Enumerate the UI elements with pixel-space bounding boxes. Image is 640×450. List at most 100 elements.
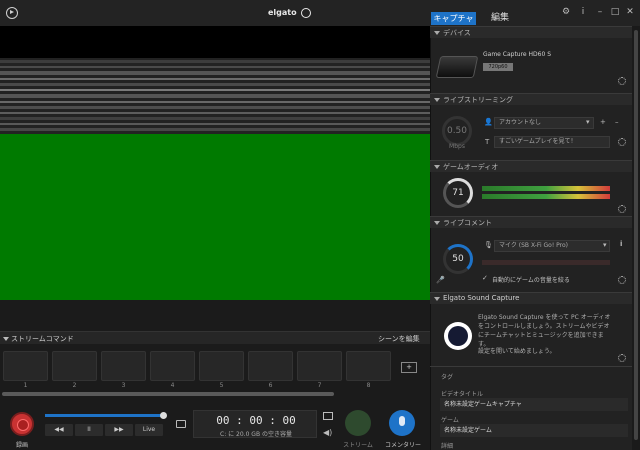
collapse-triangle-icon[interactable] [3,337,9,341]
live-commentary-section-title: ライブコメント [443,219,492,227]
info-icon[interactable]: i [577,6,589,18]
slot-number: 8 [366,382,371,389]
timeline-slider[interactable] [45,414,163,417]
collapse-triangle-icon [434,98,440,102]
fast-forward-button[interactable]: ▶▶ [105,424,133,436]
stream-label: ストリーム [343,442,373,449]
scene-slot-3[interactable] [101,351,146,381]
elgato-logo-icon [301,8,311,18]
panel-scrollbar-thumb[interactable] [634,30,638,440]
stream-button[interactable] [345,410,371,436]
stream-command-header: ストリームコマンド シーンを編集 [0,331,430,344]
commentary-settings-gear-icon[interactable] [618,276,626,284]
edit-scenes-link[interactable]: シーンを編集 [378,334,420,344]
scene-slot-1[interactable] [3,351,48,381]
live-streaming-section-title: ライブストリーミング [443,96,513,104]
account-select[interactable]: アカウントなし [494,117,594,129]
game-audio-section-title: ゲームオーディオ [443,163,499,171]
live-button[interactable]: Live [135,424,163,436]
auto-duck-label[interactable]: 自動的にゲームの音量を絞る [492,275,570,284]
video-preview[interactable] [0,26,430,300]
chevron-down-icon: ▾ [586,118,590,126]
game-audio-section-header[interactable]: ゲームオーディオ [430,160,632,172]
game-input[interactable]: 名称未設定ゲーム [440,424,628,437]
commentary-mic-button[interactable] [389,410,415,436]
scene-slot-7[interactable] [297,351,342,381]
sound-capture-waveform-icon [444,322,472,350]
add-account-icon[interactable]: + [600,118,606,126]
capture-device-image [435,56,479,78]
brand-name: elgato [268,8,297,17]
game-audio-meter-left [482,186,610,191]
record-label: 録画 [15,442,28,449]
remove-account-icon[interactable]: – [615,118,619,126]
scene-slot-2[interactable] [52,351,97,381]
game-audio-level: 71 [452,188,464,198]
game-audio-meter-right [482,194,610,199]
play-logo-icon[interactable] [6,7,18,19]
pause-button[interactable]: II [75,424,103,436]
scene-slot-5[interactable] [199,351,244,381]
close-icon[interactable]: ✕ [624,6,636,18]
tab-capture[interactable]: キャプチャ [431,12,476,25]
scene-slot-4[interactable] [150,351,195,381]
title-text-icon: T [485,138,490,146]
bitrate-value: 0.50 [446,126,468,136]
title-bar [0,0,640,26]
device-resolution-badge[interactable]: 720p60 [483,63,513,71]
snapshot-icon[interactable] [176,420,186,428]
details-label: 詳細 [441,443,454,450]
device-section-title: デバイス [443,29,471,37]
settings-gear-icon[interactable]: ⚙ [560,6,572,18]
stream-title-input[interactable]: すごいゲームプレイを見て！ [494,136,610,148]
rewind-button[interactable]: ◀◀ [45,424,73,436]
add-scene-button[interactable]: + [401,362,417,373]
mic-level-value: 50 [452,254,464,264]
mic-select[interactable]: マイク (SB X-Fi Go! Pro) [494,240,610,252]
slot-number: 5 [219,382,224,389]
live-streaming-section-header[interactable]: ライブストリーミング [430,93,632,105]
user-icon: 👤 [484,118,493,126]
collapse-triangle-icon [434,165,440,169]
live-commentary-section-header[interactable]: ライブコメント [430,216,632,228]
microphone-icon: 🎙 [484,241,493,249]
stream-command-scrollbar[interactable] [2,392,334,396]
mic-info-icon[interactable]: i [620,240,622,248]
checkbox-checked-icon[interactable]: ✓ [482,274,488,282]
scene-slot-6[interactable] [248,351,293,381]
tab-edit[interactable]: 編集 [480,12,520,25]
video-green-area [0,134,430,300]
slot-number: 2 [72,382,77,389]
maximize-icon[interactable]: □ [609,6,621,18]
timeline-handle[interactable] [160,412,167,419]
capture-panel [430,26,632,450]
stream-command-title: ストリームコマンド [11,335,74,343]
sound-capture-section-header[interactable]: Elgato Sound Capture [430,292,632,304]
collapse-triangle-icon [434,297,440,301]
device-name: Game Capture HD60 S [483,51,552,58]
device-section-header[interactable]: デバイス [430,26,632,38]
microphone-small-icon: 🎤 [436,276,445,284]
monitor-icon[interactable] [323,412,333,420]
device-settings-gear-icon[interactable] [618,77,626,85]
game-audio-settings-gear-icon[interactable] [618,205,626,213]
slot-number: 6 [268,382,273,389]
slot-number: 4 [170,382,175,389]
streaming-settings-gear-icon[interactable] [618,138,626,146]
sound-capture-description: Elgato Sound Capture を使って PC オーディオをコントロー… [478,314,611,348]
timer-box: 00 : 00 : 00 C: に 20.0 GB の空き容量 [193,410,317,438]
sound-capture-settings-gear-icon[interactable] [618,354,626,362]
scene-slot-8[interactable] [346,351,391,381]
sound-capture-settings-text: 設定を開いて始めましょう。 [478,348,556,355]
volume-icon[interactable]: ◀) [323,428,332,437]
slot-number: 7 [317,382,322,389]
record-button[interactable] [10,412,34,436]
minimize-icon[interactable]: – [594,6,606,18]
commentary-label: コメンタリー [384,442,421,449]
slot-number: 3 [121,382,126,389]
recording-timer: 00 : 00 : 00 [216,414,296,427]
divider [430,366,632,367]
video-title-input[interactable]: 名称未設定ゲームキャプチャ [440,398,628,411]
tags-label: タグ [441,374,454,381]
mic-level-meter [482,260,610,265]
